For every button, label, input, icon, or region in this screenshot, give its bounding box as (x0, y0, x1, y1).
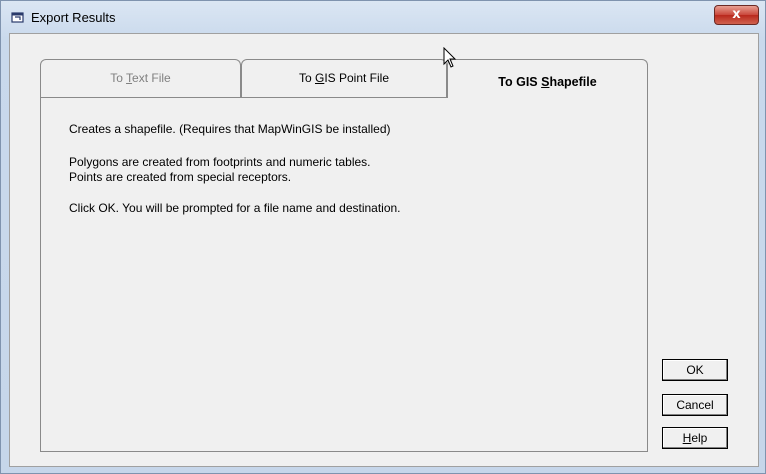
tab-label-prefix: To GIS (498, 75, 542, 89)
window-title: Export Results (31, 10, 116, 25)
tab-label-prefix: To (298, 71, 315, 85)
mouse-cursor-icon (443, 47, 457, 68)
cancel-button[interactable]: Cancel (662, 394, 728, 416)
tab-label: To GIS Point File (242, 71, 446, 85)
tab-label: To Text File (41, 71, 240, 85)
help-label-suffix: elp (691, 431, 708, 445)
tab-to-gis-point-file[interactable]: To GIS Point File (241, 59, 447, 97)
description-line: Polygons are created from footprints and… (69, 155, 371, 169)
description-line: Creates a shapefile. (Requires that MapW… (69, 122, 391, 136)
tab-label-mnemonic: G (314, 71, 325, 85)
instruction-line: Click OK. You will be prompted for a fil… (69, 201, 401, 215)
export-results-window: Export Results x To Text File To GIS Poi… (0, 0, 766, 474)
tab-to-text-file[interactable]: To Text File (40, 59, 241, 97)
app-icon (11, 12, 24, 23)
tab-label-prefix: To (110, 71, 127, 85)
tab-label: To GIS Shapefile (448, 75, 647, 89)
tab-label-suffix: IS Point File (324, 71, 390, 85)
close-button[interactable]: x (714, 5, 759, 25)
help-button[interactable]: Help (662, 427, 728, 449)
close-icon: x (732, 7, 741, 22)
tab-label-suffix: hapefile (549, 75, 597, 89)
title-bar[interactable]: Export Results x (1, 1, 766, 33)
dialog-client-area: To Text File To GIS Point File To GIS Sh… (9, 33, 759, 467)
description-line: Points are created from special receptor… (69, 170, 292, 184)
ok-button[interactable]: OK (662, 359, 728, 381)
tab-panel-shapefile: Creates a shapefile. (Requires that MapW… (40, 97, 648, 452)
tab-to-gis-shapefile[interactable]: To GIS Shapefile (447, 59, 648, 98)
tab-label-suffix: ext File (132, 71, 171, 85)
